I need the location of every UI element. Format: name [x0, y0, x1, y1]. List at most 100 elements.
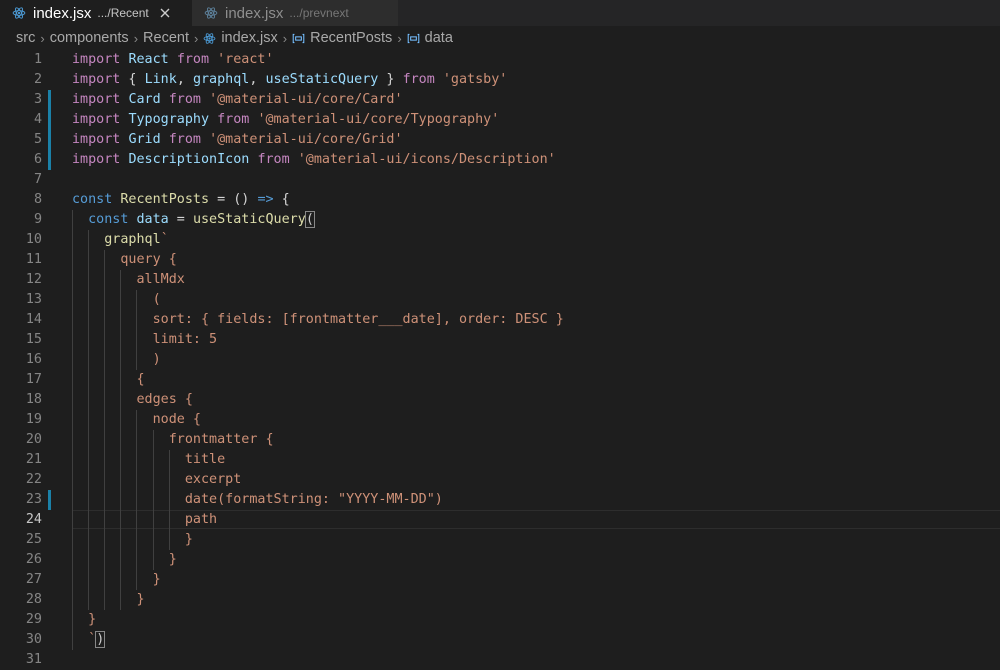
- code-line[interactable]: 20 frontmatter {: [0, 430, 1000, 450]
- line-number[interactable]: 9: [0, 210, 42, 230]
- breadcrumb-components[interactable]: components: [50, 30, 129, 46]
- code-line[interactable]: 22 excerpt: [0, 470, 1000, 490]
- line-number[interactable]: 22: [0, 470, 42, 490]
- line-number[interactable]: 11: [0, 250, 42, 270]
- chevron-right-icon: ›: [193, 30, 199, 46]
- code-token: from: [402, 72, 435, 87]
- breadcrumb-symbol-data[interactable]: data: [407, 30, 453, 46]
- tab-index-jsx-prevnext[interactable]: index.jsx .../prevnext: [192, 0, 398, 26]
- code-line[interactable]: 27 }: [0, 570, 1000, 590]
- code-text: import { Link, graphql, useStaticQuery }…: [72, 70, 507, 90]
- line-number[interactable]: 23: [0, 490, 42, 510]
- code-line[interactable]: 26 }: [0, 550, 1000, 570]
- code-line[interactable]: 1 import React from 'react': [0, 50, 1000, 70]
- line-number[interactable]: 12: [0, 270, 42, 290]
- code-token: '@material-ui/icons/Description': [297, 152, 556, 167]
- code-token: RecentPosts: [120, 192, 210, 207]
- line-number[interactable]: 17: [0, 370, 42, 390]
- code-line[interactable]: 23 date(formatString: "YYYY-MM-DD"): [0, 490, 1000, 510]
- code-line[interactable]: 14 sort: { fields: [frontmatter___date],…: [0, 310, 1000, 330]
- line-number[interactable]: 6: [0, 150, 42, 170]
- line-number[interactable]: 3: [0, 90, 42, 110]
- code-line[interactable]: 9 const data = useStaticQuery(: [0, 210, 1000, 230]
- close-icon[interactable]: [159, 7, 171, 19]
- code-line[interactable]: 18 edges {: [0, 390, 1000, 410]
- code-token: {: [273, 192, 290, 207]
- code-token: =: [168, 212, 193, 227]
- code-line[interactable]: 25 }: [0, 530, 1000, 550]
- chevron-right-icon: ›: [133, 30, 139, 46]
- line-number[interactable]: 14: [0, 310, 42, 330]
- line-number[interactable]: 21: [0, 450, 42, 470]
- code-line[interactable]: 8 const RecentPosts = () => {: [0, 190, 1000, 210]
- code-line[interactable]: 6 import DescriptionIcon from '@material-…: [0, 150, 1000, 170]
- code-line[interactable]: 16 ): [0, 350, 1000, 370]
- code-line[interactable]: 2 import { Link, graphql, useStaticQuery …: [0, 70, 1000, 90]
- line-number[interactable]: 7: [0, 170, 42, 190]
- code-line[interactable]: 10 graphql`: [0, 230, 1000, 250]
- line-number[interactable]: 31: [0, 650, 42, 670]
- code-line[interactable]: 13 (: [0, 290, 1000, 310]
- code-line[interactable]: 29 }: [0, 610, 1000, 630]
- code-line[interactable]: 28 }: [0, 590, 1000, 610]
- code-line[interactable]: 17 {: [0, 370, 1000, 390]
- line-number[interactable]: 16: [0, 350, 42, 370]
- code-line[interactable]: 5 import Grid from '@material-ui/core/Gri…: [0, 130, 1000, 150]
- code-text: path: [72, 510, 217, 530]
- code-token: from: [176, 52, 210, 67]
- code-token: const: [88, 212, 129, 227]
- line-number[interactable]: 20: [0, 430, 42, 450]
- breadcrumb-recent[interactable]: Recent: [143, 30, 189, 46]
- line-number[interactable]: 8: [0, 190, 42, 210]
- code-token: ): [72, 352, 161, 367]
- line-number[interactable]: 1: [0, 50, 42, 70]
- breadcrumb-src[interactable]: src: [16, 30, 35, 46]
- line-number[interactable]: 28: [0, 590, 42, 610]
- line-number[interactable]: 30: [0, 630, 42, 650]
- line-number[interactable]: 10: [0, 230, 42, 250]
- line-number[interactable]: 5: [0, 130, 42, 150]
- tab-file-name: index.jsx: [33, 4, 92, 22]
- code-line[interactable]: 15 limit: 5: [0, 330, 1000, 350]
- line-number[interactable]: 25: [0, 530, 42, 550]
- code-token: path: [72, 512, 218, 527]
- code-line[interactable]: 31: [0, 650, 1000, 670]
- breadcrumb-symbol-recentposts[interactable]: RecentPosts: [292, 30, 392, 46]
- code-line[interactable]: 3 import Card from '@material-ui/core/Car…: [0, 90, 1000, 110]
- line-number[interactable]: 26: [0, 550, 42, 570]
- tab-index-jsx-recent[interactable]: index.jsx .../Recent: [0, 0, 192, 26]
- line-number[interactable]: 29: [0, 610, 42, 630]
- code-line[interactable]: 19 node {: [0, 410, 1000, 430]
- code-token: 'gatsby': [442, 72, 508, 87]
- line-number[interactable]: 27: [0, 570, 42, 590]
- code-line[interactable]: 11 query {: [0, 250, 1000, 270]
- line-number[interactable]: 18: [0, 390, 42, 410]
- code-line[interactable]: 12 allMdx: [0, 270, 1000, 290]
- code-editor[interactable]: 1 import React from 'react' 2 import { Link…: [0, 50, 1000, 667]
- code-text: import Typography from '@material-ui/cor…: [72, 110, 499, 130]
- code-token: (: [72, 292, 161, 307]
- code-text: title: [72, 450, 225, 470]
- line-number[interactable]: 2: [0, 70, 42, 90]
- code-text: query {: [72, 250, 176, 270]
- code-line[interactable]: 30 `): [0, 630, 1000, 650]
- line-number[interactable]: 19: [0, 410, 42, 430]
- breadcrumb-file[interactable]: index.jsx: [203, 30, 278, 46]
- code-text: date(formatString: "YYYY-MM-DD"): [72, 490, 443, 510]
- code-line[interactable]: 4 import Typography from '@material-ui/co…: [0, 110, 1000, 130]
- line-number[interactable]: 24: [0, 510, 42, 530]
- code-text: import DescriptionIcon from '@material-u…: [72, 150, 556, 170]
- line-number[interactable]: 15: [0, 330, 42, 350]
- code-line[interactable]: 7: [0, 170, 1000, 190]
- code-token: }: [378, 72, 403, 87]
- code-token: sort: { fields: [frontmatter___date], or…: [72, 312, 564, 327]
- code-line[interactable]: 24 path: [0, 510, 1000, 530]
- line-number[interactable]: 4: [0, 110, 42, 130]
- code-text: }: [72, 530, 193, 550]
- line-number[interactable]: 13: [0, 290, 42, 310]
- code-text: import Card from '@material-ui/core/Card…: [72, 90, 403, 110]
- code-line[interactable]: 21 title: [0, 450, 1000, 470]
